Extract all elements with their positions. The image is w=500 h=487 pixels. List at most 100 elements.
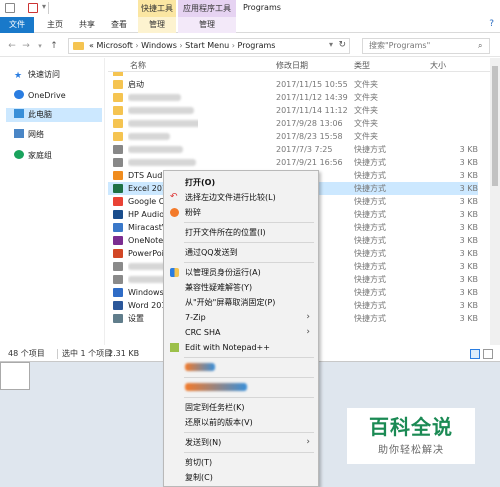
address-box[interactable]: « Microsoft › Windows › Start Menu › Pro… [68, 38, 350, 54]
shortcut-icon [113, 171, 123, 180]
cell-date: 2017/11/12 14:39 [276, 93, 348, 102]
menu-item[interactable]: Edit with Notepad++ [164, 340, 318, 355]
recent-locations-icon[interactable]: ▾ [34, 40, 46, 52]
nav-homegroup[interactable]: 家庭组 [14, 149, 52, 163]
context-menu: 打开(O) ↶ 选择左边文件进行比较(L) 粉碎打开文件所在的位置(I) 通过QQ发送到… [163, 170, 319, 487]
shortcut-icon [113, 275, 123, 284]
cell-type: 快捷方式 [354, 262, 386, 271]
breadcrumb-prefix[interactable]: « [89, 41, 94, 50]
back-icon[interactable]: ← [6, 40, 18, 52]
scrollbar-thumb[interactable] [492, 66, 498, 186]
file-row[interactable]: 2017/7/3 7:25 快捷方式 3 KB [108, 143, 478, 156]
qat-dropdown-icon[interactable]: ▾ [42, 2, 46, 11]
menu-item[interactable] [164, 380, 318, 395]
cell-date: 2017/11/15 10:55 [276, 80, 348, 89]
search-icon[interactable]: ⌕ [478, 41, 482, 51]
quick-access-icon[interactable] [5, 3, 15, 13]
large-icons-view-icon[interactable] [483, 349, 493, 359]
obscured-name [128, 133, 170, 140]
cell-size: 3 KB [459, 249, 478, 258]
menu-item-label: 固定到任务栏(K) [185, 403, 245, 412]
cell-size: 3 KB [459, 262, 478, 271]
cell-size: 3 KB [459, 275, 478, 284]
context-group-shortcut: 快捷工具 [138, 0, 176, 17]
column-name[interactable]: 名称 [130, 60, 146, 71]
cell-type: 快捷方式 [354, 197, 386, 206]
file-row[interactable]: 启动 2017/11/15 10:55 文件夹 [108, 78, 478, 91]
menu-item[interactable] [164, 360, 318, 375]
breadcrumb-start-menu[interactable]: Start Menu [185, 41, 229, 50]
column-size[interactable]: 大小 [430, 60, 446, 71]
breadcrumb-windows[interactable]: Windows [141, 41, 177, 50]
menu-item-label: 兼容性疑难解答(Y) [185, 283, 253, 292]
menu-item[interactable]: 兼容性疑难解答(Y) [164, 280, 318, 295]
menu-item-label: Edit with Notepad++ [185, 343, 270, 352]
nav-onedrive[interactable]: OneDrive [14, 89, 66, 103]
menu-item[interactable]: 从"开始"屏幕取消固定(P) [164, 295, 318, 310]
menu-item[interactable]: 打开(O) [164, 175, 318, 190]
file-row[interactable]: 2017/9/21 16:56 快捷方式 3 KB [108, 156, 478, 169]
nav-quick-access[interactable]: ★ 快速访问 [14, 68, 60, 82]
menu-item[interactable]: 打开文件所在的位置(I) [164, 225, 318, 240]
menu-item[interactable]: 剪切(T) [164, 455, 318, 470]
menu-item[interactable]: 以管理员身份运行(A) [164, 265, 318, 280]
tab-manage-shortcut[interactable]: 管理 [138, 17, 176, 33]
status-divider [57, 349, 58, 359]
homegroup-icon [14, 150, 24, 159]
tab-home[interactable]: 主页 [40, 17, 70, 33]
menu-item[interactable]: ↶ 选择左边文件进行比较(L) [164, 190, 318, 205]
background-window-fragment [0, 362, 30, 390]
title-separator [48, 2, 49, 14]
tab-file[interactable]: 文件 [0, 17, 34, 33]
cell-type: 文件夹 [354, 132, 378, 141]
menu-item[interactable]: 通过QQ发送到 [164, 245, 318, 260]
menu-item[interactable]: 7-Zip › [164, 310, 318, 325]
refresh-icon[interactable]: ↻ [338, 40, 346, 50]
file-row[interactable]: 2017/11/12 14:39 文件夹 [108, 91, 478, 104]
menu-item-label: 粉碎 [185, 208, 201, 217]
breadcrumb-programs[interactable]: Programs [238, 41, 276, 50]
up-icon[interactable]: ↑ [48, 40, 60, 52]
menu-item[interactable]: 复制(C) [164, 470, 318, 485]
column-date[interactable]: 修改日期 [276, 60, 308, 71]
star-icon: ★ [14, 71, 23, 81]
menu-item[interactable]: CRC SHA › [164, 325, 318, 340]
notepad-icon [170, 343, 179, 352]
vertical-scrollbar[interactable] [490, 58, 500, 345]
menu-separator [184, 377, 314, 378]
shortcut-icon [113, 184, 123, 193]
menu-item[interactable]: 还原以前的版本(V) [164, 415, 318, 430]
folder-icon [113, 132, 123, 141]
tab-share[interactable]: 共享 [72, 17, 102, 33]
forward-icon[interactable]: → [20, 40, 32, 52]
menu-item[interactable]: 发送到(N) › [164, 435, 318, 450]
cell-size: 3 KB [459, 210, 478, 219]
tab-manage-app[interactable]: 管理 [178, 17, 236, 33]
cell-type: 快捷方式 [354, 171, 386, 180]
menu-item[interactable]: 固定到任务栏(K) [164, 400, 318, 415]
tab-view[interactable]: 查看 [104, 17, 134, 33]
file-row[interactable]: 2017/8/23 15:58 文件夹 [108, 130, 478, 143]
breadcrumb-microsoft[interactable]: Microsoft [96, 41, 132, 50]
file-row[interactable]: 2017/11/14 11:12 文件夹 [108, 104, 478, 117]
menu-item[interactable]: 粉碎 [164, 205, 318, 220]
obscured-name [128, 146, 183, 153]
properties-icon[interactable] [28, 3, 38, 13]
cell-name: 启动 [128, 80, 144, 89]
cell-size: 3 KB [459, 158, 478, 167]
cell-type: 快捷方式 [354, 145, 386, 154]
nav-this-pc[interactable]: 此电脑 [6, 108, 102, 122]
search-input[interactable]: 搜索"Programs" [362, 38, 490, 54]
obscured-name [128, 159, 196, 166]
help-icon[interactable]: ? [489, 19, 494, 29]
column-type[interactable]: 类型 [354, 60, 370, 71]
cell-type: 快捷方式 [354, 158, 386, 167]
cell-size: 3 KB [459, 171, 478, 180]
details-view-icon[interactable] [470, 349, 480, 359]
nav-network[interactable]: 网络 [14, 128, 44, 142]
address-dropdown-icon[interactable]: ▾ [329, 40, 333, 49]
view-switcher [470, 349, 494, 359]
nav-label: 网络 [28, 130, 44, 139]
file-row[interactable]: 2017/9/28 13:06 文件夹 [108, 117, 478, 130]
navigation-pane: ★ 快速访问 OneDrive 此电脑 网络 家庭组 [0, 58, 105, 345]
